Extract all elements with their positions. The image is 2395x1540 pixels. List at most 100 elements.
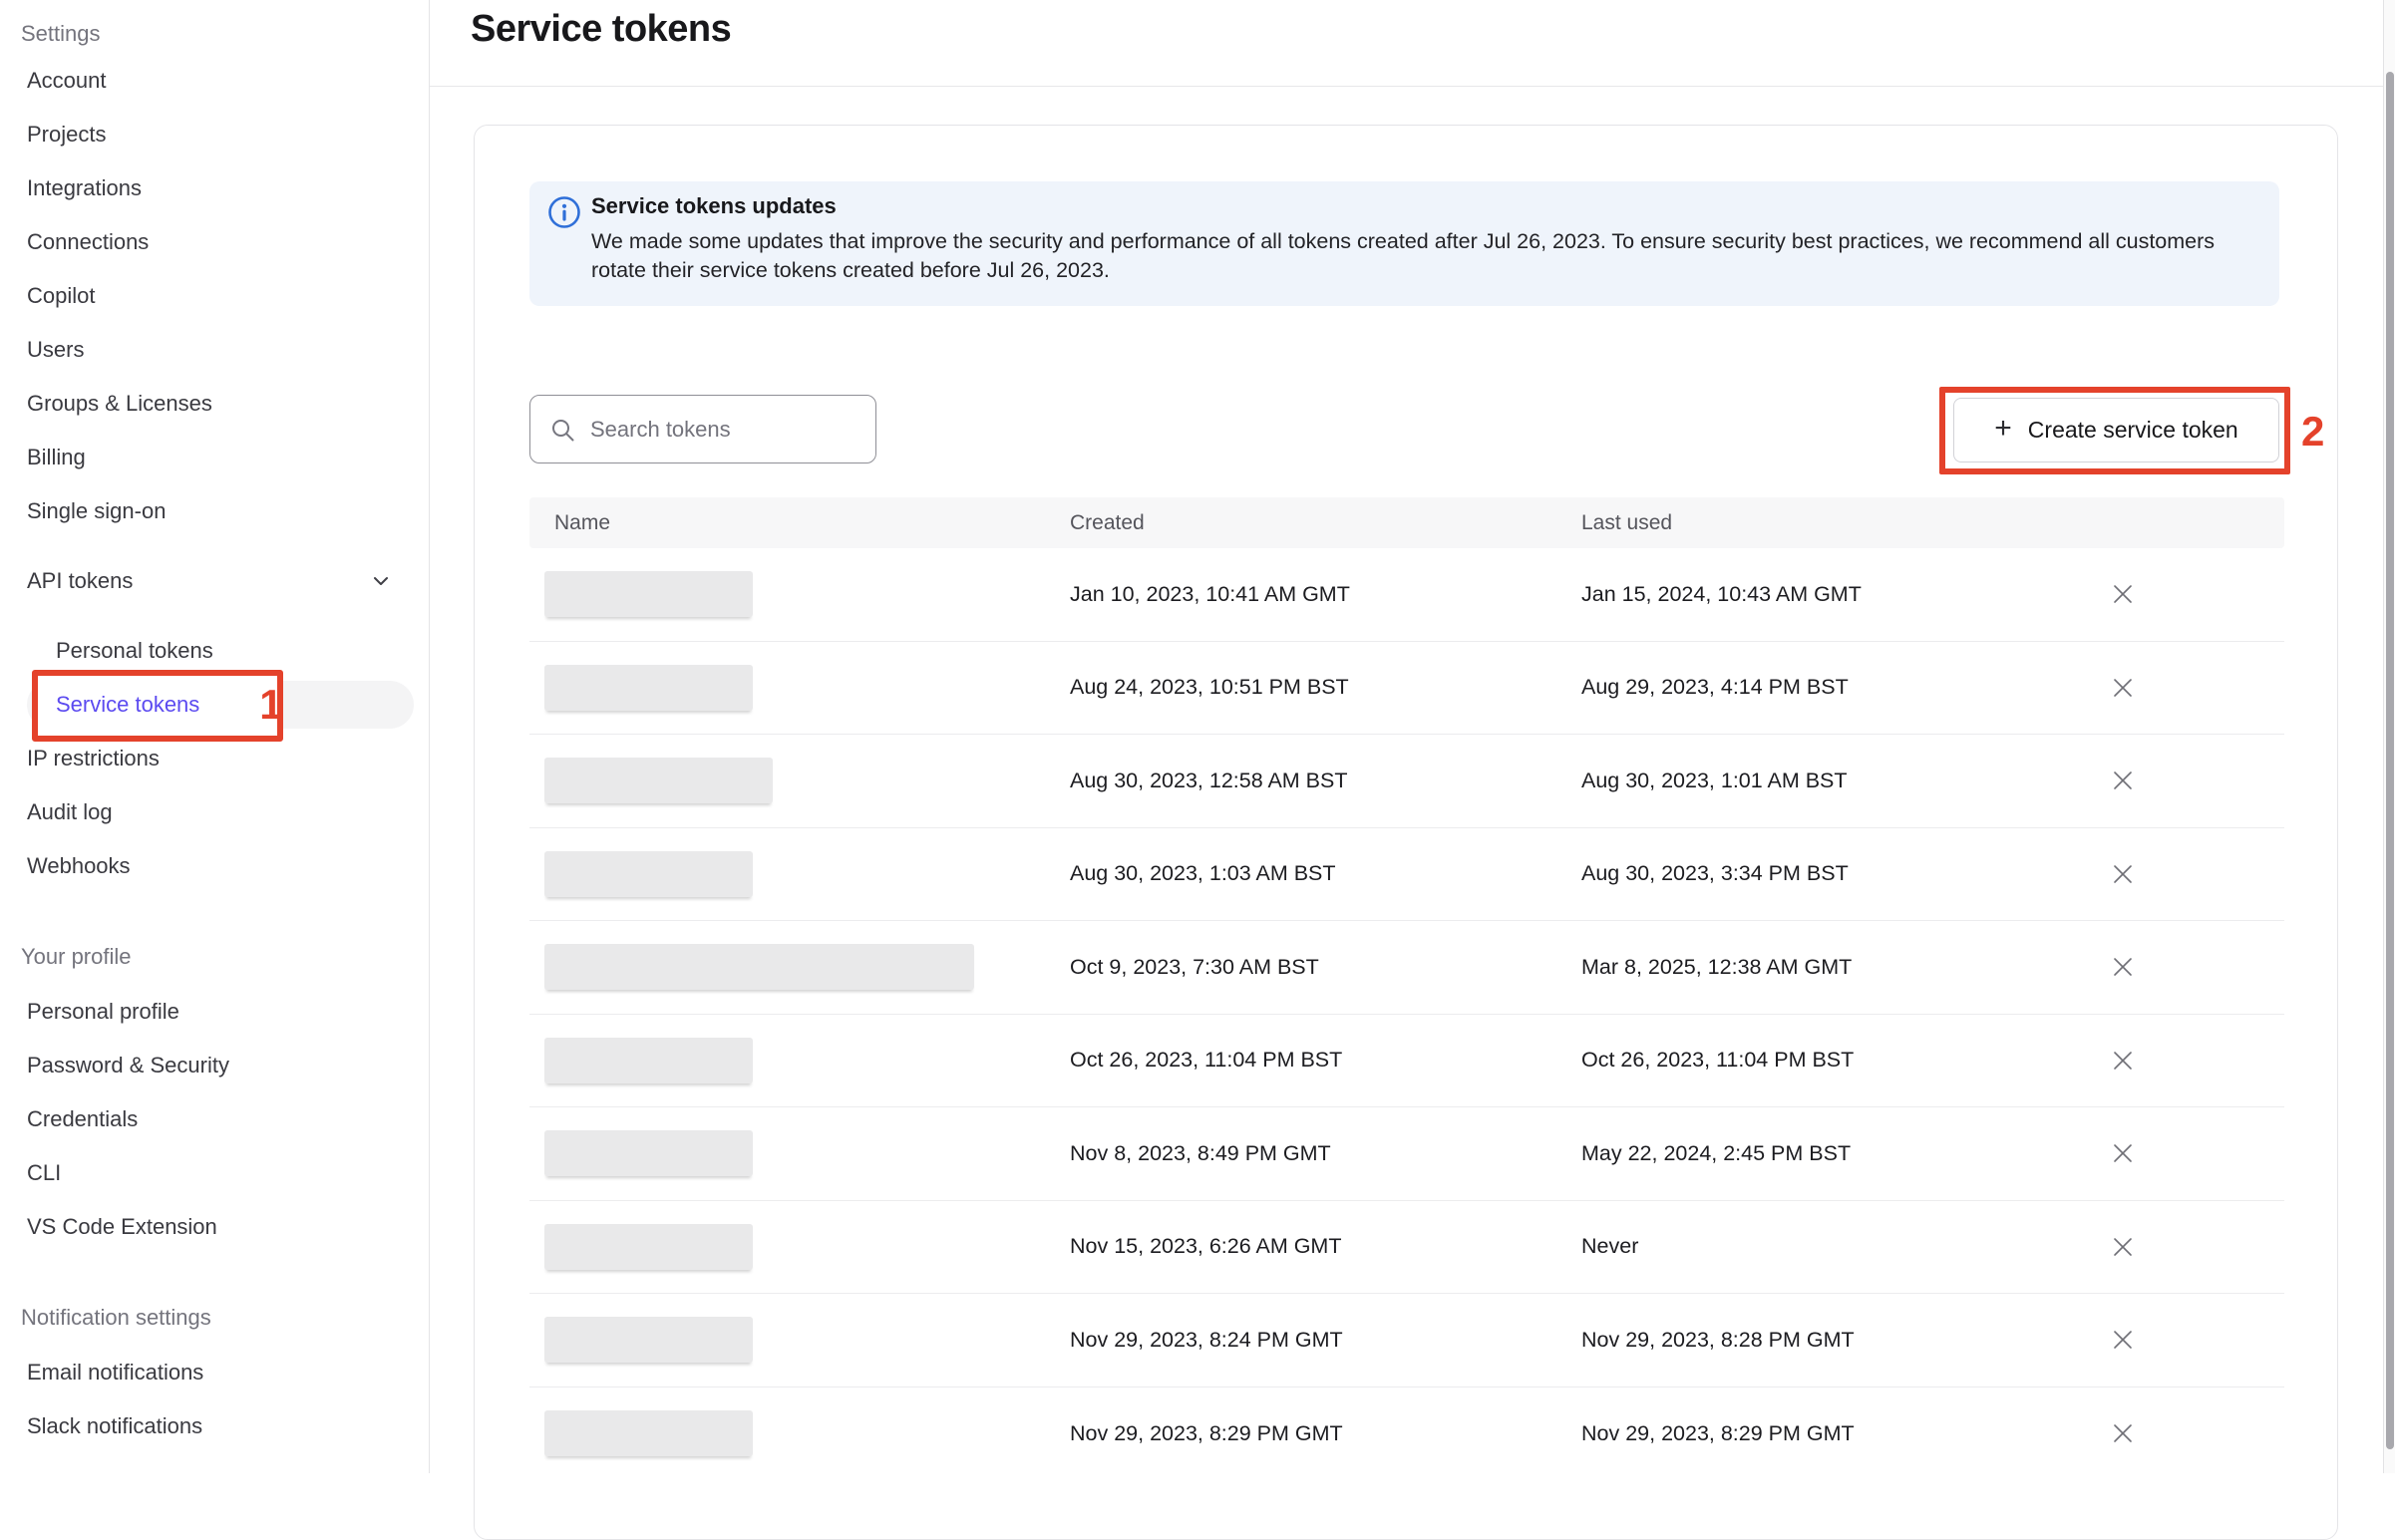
token-name-redacted xyxy=(544,665,753,711)
info-icon xyxy=(547,195,581,229)
sidebar-item-single-sign-on[interactable]: Single sign-on xyxy=(0,484,429,538)
create-service-token-button[interactable]: + Create service token xyxy=(1953,398,2279,462)
delete-token-button[interactable] xyxy=(2099,1129,2147,1177)
sidebar-item-copilot[interactable]: Copilot xyxy=(0,269,429,323)
sidebar-item-audit-log[interactable]: Audit log xyxy=(0,785,429,839)
created-cell: Aug 24, 2023, 10:51 PM BST xyxy=(1070,642,1349,735)
sidebar-item-groups-licenses[interactable]: Groups & Licenses xyxy=(0,377,429,431)
token-name-redacted xyxy=(544,1410,753,1456)
close-icon xyxy=(2110,1327,2136,1353)
close-icon xyxy=(2110,675,2136,701)
service-tokens-active-pill: Service tokens 1 xyxy=(27,681,414,729)
sidebar-item-users[interactable]: Users xyxy=(0,323,429,377)
delete-token-button[interactable] xyxy=(2099,570,2147,618)
sidebar-item-webhooks[interactable]: Webhooks xyxy=(0,839,429,893)
page-title: Service tokens xyxy=(471,8,731,51)
main-content: Service tokens Service tokens updates We… xyxy=(430,0,2395,1473)
delete-token-button[interactable] xyxy=(2099,850,2147,898)
sidebar-item-billing-label: Billing xyxy=(27,445,86,470)
last-used-cell: Oct 26, 2023, 11:04 PM BST xyxy=(1581,1015,1854,1107)
last-used-cell: Aug 30, 2023, 3:34 PM BST xyxy=(1581,828,1849,921)
last-used-cell: Never xyxy=(1581,1201,1638,1294)
sidebar-item-personal-tokens-label: Personal tokens xyxy=(56,638,213,664)
search-tokens-input[interactable] xyxy=(590,396,869,462)
sidebar-item-personal-profile[interactable]: Personal profile xyxy=(0,985,429,1039)
sidebar-item-projects[interactable]: Projects xyxy=(0,108,429,161)
sidebar-item-projects-label: Projects xyxy=(27,122,106,148)
service-tokens-card: Service tokens updates We made some upda… xyxy=(474,125,2338,1540)
create-service-token-label: Create service token xyxy=(2028,417,2238,444)
created-cell: Oct 9, 2023, 7:30 AM BST xyxy=(1070,921,1319,1014)
column-header-name: Name xyxy=(554,497,610,548)
table-row: Nov 29, 2023, 8:24 PM GMT Nov 29, 2023, … xyxy=(529,1294,2284,1387)
table-row: Oct 9, 2023, 7:30 AM BST Mar 8, 2025, 12… xyxy=(529,921,2284,1015)
close-icon xyxy=(2110,768,2136,793)
sidebar-item-cli-label: CLI xyxy=(27,1160,61,1186)
sidebar-item-personal-profile-label: Personal profile xyxy=(27,999,179,1025)
created-cell: Aug 30, 2023, 1:03 AM BST xyxy=(1070,828,1336,921)
sidebar-item-credentials[interactable]: Credentials xyxy=(0,1092,429,1146)
sidebar-item-single-sign-on-label: Single sign-on xyxy=(27,498,166,524)
close-icon xyxy=(2110,861,2136,887)
table-row: Jan 10, 2023, 10:41 AM GMT Jan 15, 2024,… xyxy=(529,548,2284,642)
table-row: Oct 26, 2023, 11:04 PM BST Oct 26, 2023,… xyxy=(529,1015,2284,1108)
delete-token-button[interactable] xyxy=(2099,1223,2147,1271)
sidebar-item-integrations[interactable]: Integrations xyxy=(0,161,429,215)
last-used-cell: Nov 29, 2023, 8:28 PM GMT xyxy=(1581,1294,1855,1386)
sidebar-item-billing[interactable]: Billing xyxy=(0,431,429,484)
created-cell: Jan 10, 2023, 10:41 AM GMT xyxy=(1070,548,1350,641)
info-banner: Service tokens updates We made some upda… xyxy=(529,181,2279,306)
sidebar-item-account-label: Account xyxy=(27,68,107,94)
last-used-cell: Jan 15, 2024, 10:43 AM GMT xyxy=(1581,548,1862,641)
sidebar-section-settings: Settings xyxy=(0,14,429,54)
close-icon xyxy=(2110,581,2136,607)
token-name-redacted xyxy=(544,1038,753,1083)
sidebar-item-copilot-label: Copilot xyxy=(27,283,95,309)
delete-token-button[interactable] xyxy=(2099,1037,2147,1084)
sidebar-item-account[interactable]: Account xyxy=(0,54,429,108)
sidebar-item-slack-notifications[interactable]: Slack notifications xyxy=(0,1399,429,1453)
sidebar-item-connections[interactable]: Connections xyxy=(0,215,429,269)
sidebar-item-cli[interactable]: CLI xyxy=(0,1146,429,1200)
table-row: Aug 30, 2023, 1:03 AM BST Aug 30, 2023, … xyxy=(529,828,2284,922)
service-tokens-table: Name Created Last used Jan 10, 2023, 10:… xyxy=(529,497,2284,1480)
banner-body: We made some updates that improve the se… xyxy=(591,227,2231,285)
table-row: Nov 29, 2023, 8:29 PM GMT Nov 29, 2023, … xyxy=(529,1387,2284,1481)
sidebar-item-integrations-label: Integrations xyxy=(27,175,142,201)
scrollbar-thumb[interactable] xyxy=(2386,72,2394,1449)
delete-token-button[interactable] xyxy=(2099,1409,2147,1457)
table-header: Name Created Last used xyxy=(529,497,2284,548)
settings-sidebar: Settings Account Projects Integrations C… xyxy=(0,0,430,1473)
close-icon xyxy=(2110,1048,2136,1074)
token-name-redacted xyxy=(544,1317,753,1363)
sidebar-item-email-notifications[interactable]: Email notifications xyxy=(0,1346,429,1399)
sidebar-item-password-security[interactable]: Password & Security xyxy=(0,1039,429,1092)
sidebar-item-password-security-label: Password & Security xyxy=(27,1053,229,1078)
sidebar-item-groups-licenses-label: Groups & Licenses xyxy=(27,391,212,417)
created-cell: Nov 8, 2023, 8:49 PM GMT xyxy=(1070,1107,1331,1200)
close-icon xyxy=(2110,1140,2136,1166)
sidebar-item-api-tokens[interactable]: API tokens xyxy=(0,554,429,608)
delete-token-button[interactable] xyxy=(2099,664,2147,712)
delete-token-button[interactable] xyxy=(2099,757,2147,804)
table-row: Aug 30, 2023, 12:58 AM BST Aug 30, 2023,… xyxy=(529,735,2284,828)
sidebar-item-webhooks-label: Webhooks xyxy=(27,853,131,879)
column-header-last-used: Last used xyxy=(1581,497,1672,548)
sidebar-item-service-tokens-label: Service tokens xyxy=(56,692,199,718)
created-cell: Nov 29, 2023, 8:29 PM GMT xyxy=(1070,1387,1343,1481)
delete-token-button[interactable] xyxy=(2099,1316,2147,1364)
close-icon xyxy=(2110,954,2136,980)
sidebar-section-notification-settings: Notification settings xyxy=(0,1298,429,1338)
token-name-redacted xyxy=(544,944,974,990)
sidebar-item-audit-log-label: Audit log xyxy=(27,799,113,825)
last-used-cell: May 22, 2024, 2:45 PM BST xyxy=(1581,1107,1851,1200)
token-name-redacted xyxy=(544,1224,753,1270)
sidebar-section-notification-settings-label: Notification settings xyxy=(21,1305,211,1331)
sidebar-item-service-tokens[interactable]: Service tokens 1 xyxy=(0,678,429,732)
scrollbar-track[interactable] xyxy=(2383,0,2395,1473)
sidebar-item-vs-code-extension[interactable]: VS Code Extension xyxy=(0,1200,429,1254)
last-used-cell: Aug 30, 2023, 1:01 AM BST xyxy=(1581,735,1848,827)
table-row: Nov 15, 2023, 6:26 AM GMT Never xyxy=(529,1201,2284,1295)
token-name-redacted xyxy=(544,851,753,897)
delete-token-button[interactable] xyxy=(2099,943,2147,991)
